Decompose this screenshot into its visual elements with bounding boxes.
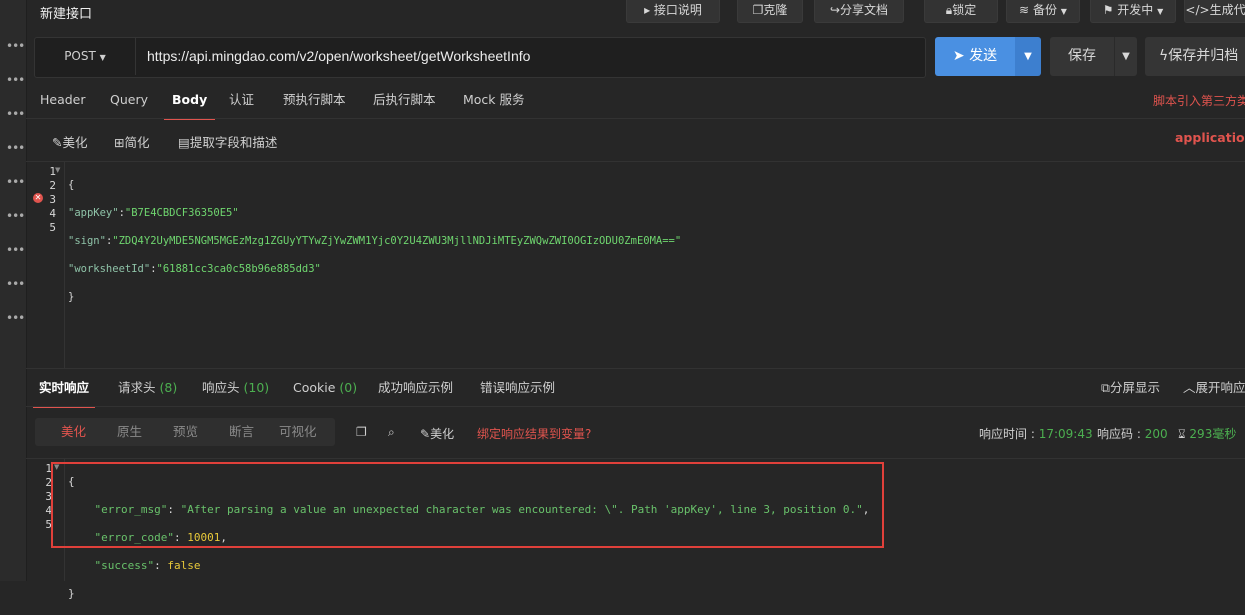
simplify-button[interactable]: ⊞简化 [114,132,150,151]
left-sidebar: ••• ••• ••• ••• ••• ••• ••• ••• ••• [0,0,27,581]
copy-icon[interactable]: ❐ [356,425,367,439]
response-time: 响应时间 : 17:09:43 [979,427,1093,441]
flag-icon: ⚑ [1102,3,1114,17]
copy-icon: ❐ [752,3,764,17]
tab-request-headers[interactable]: 请求头 (8) [118,378,177,406]
view-mode-assert[interactable]: 断言 [229,418,254,446]
split-view-button[interactable]: ⧉分屏显示 [1101,378,1160,406]
more-dots-icon[interactable]: ••• [6,40,25,52]
divider [26,161,1245,162]
more-dots-icon[interactable]: ••• [6,244,25,256]
status-dropdown[interactable]: ⚑ 开发中 ▼ [1090,0,1176,23]
fold-icon[interactable]: ▼ [55,166,60,174]
extract-fields-button[interactable]: ▤提取字段和描述 [178,132,277,151]
share-icon: ↪ [829,3,841,17]
generate-code-button[interactable]: </>生成代 [1184,0,1245,23]
play-icon: ▸ [644,3,651,17]
more-dots-icon[interactable]: ••• [6,176,25,188]
caret-down-icon: ▼ [1060,7,1067,16]
send-dropdown-button[interactable]: ▼ [1015,37,1041,76]
api-doc-button[interactable]: ▸ 接口说明 [626,0,720,23]
highlight-box [51,462,884,548]
tab-realtime-response[interactable]: 实时响应 [33,378,96,408]
split-icon: ⧉ [1101,380,1110,395]
paper-plane-icon: ➤ [952,48,965,64]
more-dots-icon[interactable]: ••• [6,142,25,154]
caret-down-icon: ▼ [1157,7,1164,16]
tab-cookie[interactable]: Cookie (0) [293,378,357,406]
tab-response-headers[interactable]: 响应头 (10) [202,378,269,406]
save-archive-button[interactable]: ϟ保存并归档 [1145,37,1245,76]
caret-down-icon: ▼ [99,53,106,62]
tab-auth[interactable]: 认证 [229,88,254,118]
bind-variable-link[interactable]: 绑定响应结果到变量? [477,425,591,442]
divider [26,118,1245,119]
sitemap-icon: ⊞ [114,135,125,150]
save-dropdown-button[interactable]: ▼ [1114,37,1137,76]
tab-body[interactable]: Body [164,88,216,120]
document-icon: ▤ [178,135,190,150]
share-doc-button[interactable]: ↪分享文档 [814,0,904,23]
lightning-icon: ϟ [1159,48,1169,64]
response-code: 响应码 : 200 [1097,427,1168,441]
response-duration: ⌛︎ 293毫秒 [1178,427,1237,441]
tab-error-example[interactable]: 错误响应示例 [480,378,555,406]
chevron-up-icon: ︿ [1183,380,1196,395]
view-mode-beautify[interactable]: 美化 [61,418,86,446]
hourglass-icon: ⌛︎ [1178,427,1186,441]
more-dots-icon[interactable]: ••• [6,278,25,290]
more-dots-icon[interactable]: ••• [6,312,25,324]
tab-header[interactable]: Header [40,88,86,118]
tab-query[interactable]: Query [110,88,148,118]
script-warning-link[interactable]: 脚本引入第三方类 [1153,92,1245,109]
database-icon: ≋ [1019,3,1030,17]
url-input[interactable]: https://api.mingdao.com/v2/open/workshee… [147,38,530,75]
tab-title: 新建接口 [40,7,93,22]
tab-post-script[interactable]: 后执行脚本 [373,88,436,118]
divider [26,458,1245,459]
request-body-editor[interactable]: { "appKey":"B7E4CBDCF36350E5" "sign":"ZD… [68,164,681,318]
tab-pre-script[interactable]: 预执行脚本 [283,88,346,118]
tab-mock[interactable]: Mock 服务 [463,88,525,118]
clone-button[interactable]: ❐克隆 [737,0,803,23]
content-type-label[interactable]: application/j [1175,130,1245,145]
view-mode-raw[interactable]: 原生 [117,418,142,446]
send-button[interactable]: ➤ 发送 [935,37,1015,76]
search-icon[interactable]: ⌕ [388,425,395,440]
view-mode-preview[interactable]: 预览 [173,418,198,446]
beautify-button[interactable]: ✎美化 [52,132,88,151]
caret-down-icon: ▼ [1024,51,1032,62]
lock-button[interactable]: 🔒︎锁定 [924,0,998,23]
editor-gutter: 1 2 3 4 5 ▼ [26,162,65,368]
more-dots-icon[interactable]: ••• [6,108,25,120]
expand-response-button[interactable]: ︿展开响应 [1183,378,1245,406]
magic-wand-icon: ✎ [420,427,431,441]
magic-wand-icon: ✎ [52,135,63,150]
more-dots-icon[interactable]: ••• [6,74,25,86]
caret-down-icon: ▼ [1122,51,1130,62]
response-beautify-button[interactable]: ✎美化 [420,425,454,442]
more-dots-icon[interactable]: ••• [6,210,25,222]
tab-success-example[interactable]: 成功响应示例 [378,378,453,406]
divider [26,406,1245,407]
save-button[interactable]: 保存 [1050,37,1114,76]
view-mode-visualize[interactable]: 可视化 [279,418,317,446]
divider [26,368,1245,369]
method-select[interactable]: POST ▼ [35,38,136,75]
backup-button[interactable]: ≋ 备份 ▼ [1006,0,1080,23]
code-icon: </> [1185,3,1210,17]
error-icon: ✕ [33,193,43,203]
